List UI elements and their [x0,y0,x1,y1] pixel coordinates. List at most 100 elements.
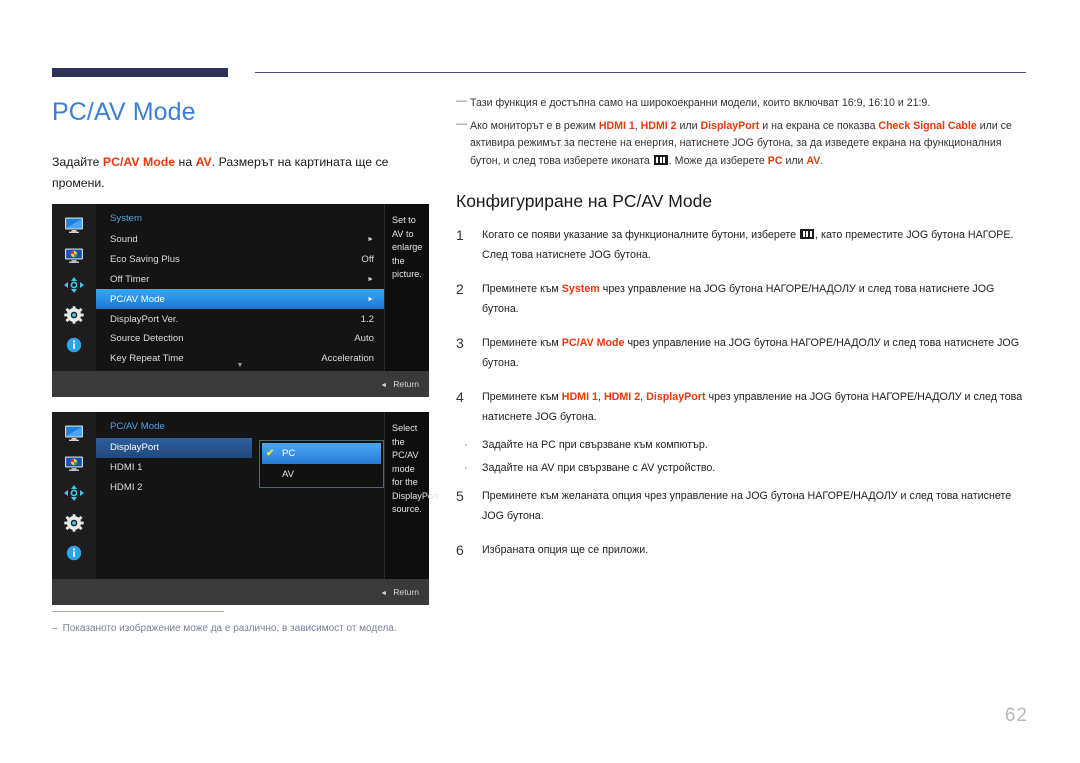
page-title: PC/AV Mode [52,98,196,126]
popup-options: ✔ PC AV [262,443,381,485]
osd-menu-item[interactable]: DisplayPort [96,438,252,458]
osd-footer: ◄ Return [52,579,429,605]
bullet-text: Задайте на AV при свързване с AV устройс… [482,462,716,474]
intro-highlight-av: AV [195,155,212,169]
step-text: Преминете към System чрез управление на … [482,280,1028,319]
bullet-list: · Задайте на PC при свързване към компютъ… [456,436,1028,478]
osd-menu-item[interactable]: Eco Saving Plus Off [96,250,384,270]
body-text: Преминете към [482,283,562,295]
step-number: 3 [456,335,464,351]
body-text: Избраната опция ще се приложи. [482,544,649,556]
intro-text-b: на [175,155,196,169]
bullet-text: Задайте на PC при свързване към компютър… [482,439,708,451]
navigation-icon [63,276,85,294]
popup-option[interactable]: AV [262,464,381,485]
body-text: и на екрана се показва [759,119,879,132]
osd-menu-item-label: PC/AV Mode [110,293,165,305]
highlight-term: HDMI 1 [561,391,598,403]
step-number: 6 [456,542,464,558]
bullet-item: · Задайте на AV при свързване с AV устрой… [456,459,1028,478]
osd-menu-item[interactable]: PC/AV Mode ► [96,289,384,310]
display-icon [63,216,85,234]
footnote-text: Показаното изображение може да е различн… [62,623,397,634]
function-button-icon [800,229,815,239]
bullet-item: · Задайте на PC при свързване към компютъ… [456,436,1028,455]
step-item: 3 Преминете към PC/AV Mode чрез управлени… [456,334,1028,373]
step-text: Избраната опция ще се приложи. [482,541,1028,561]
display-icon [63,424,85,442]
header-accent-bar [52,68,228,77]
step-item: 1 Когато се появи указание за функционалн… [456,226,1028,265]
info-icon [63,544,85,562]
body-text: . Може да изберете [668,154,768,167]
page-number: 62 [1004,705,1028,726]
body-text: Преминете към [482,391,562,403]
osd-body: System Sound ► Eco Saving Plus Off Off Timer… [96,204,384,371]
checkmark-icon: ✔ [266,448,275,459]
return-arrow-icon: ◄ [380,590,388,597]
osd-return-label: Return [393,379,419,389]
right-column: — Тази функция е достъпна само на широкое… [456,95,1028,576]
body-text: или [782,154,807,167]
osd-menu-title: PC/AV Mode [110,421,165,432]
note-text: Тази функция е достъпна само на широкоек… [470,97,931,109]
highlight-term: AV [806,154,821,167]
highlight-term: Check Signal Cable [878,119,977,132]
gear-icon [63,306,85,324]
osd-menu-item[interactable]: Source Detection Auto [96,329,384,349]
highlight-term: HDMI 1 [598,119,635,132]
steps-list: 1 Когато се появи указание за функционалн… [456,226,1028,561]
osd-sidebar [52,204,96,371]
gear-icon [63,514,85,532]
osd-menu-item-label: Source Detection [110,333,184,345]
popup-option-label: PC [282,448,296,459]
osd-menu-item-label: Eco Saving Plus [110,254,180,266]
osd-menu-item[interactable]: Sound ► [96,230,384,250]
osd-return-button[interactable]: ◄ Return [380,379,419,389]
footnote: – Показаното изображение може да е различ… [52,621,472,636]
osd-body: PC/AV Mode DisplayPort HDMI 1 HDMI 2 ✔ PC AV [96,412,384,579]
pcav-option-popup: ✔ PC AV [259,440,384,488]
osd-menu-item-label: Off Timer [110,273,150,285]
step-number: 4 [456,389,464,405]
return-arrow-icon: ◄ [380,382,388,389]
body-text: . [820,154,824,167]
osd-footer: ◄ Return [52,371,429,397]
highlight-term: HDMI 2 [603,391,641,403]
osd-screenshot-system: System Sound ► Eco Saving Plus Off Off Timer… [52,204,429,397]
submenu-arrow-icon: ► [367,275,374,283]
scroll-down-icon[interactable]: ▼ [96,362,384,369]
osd-menu-rows: Sound ► Eco Saving Plus Off Off Timer ► PC/AV … [96,230,384,369]
step-number: 5 [456,488,464,504]
intro-highlight-pcav: PC/AV Mode [102,155,176,169]
osd-menu-item-value: Off [361,254,374,266]
highlight-term: DisplayPort [646,391,706,403]
note-text: Ако мониторът е в режим HDMI 1, HDMI 2 и… [470,118,1028,171]
osd-menu-item-label: DisplayPort Ver. [110,313,179,325]
osd-return-label: Return [393,587,419,597]
submenu-arrow-icon: ► [367,295,374,303]
info-icon [63,336,85,354]
header-rule [255,72,1026,73]
step-number: 1 [456,227,464,243]
body-text: или [676,119,701,132]
step-text: Преминете към желаната опция чрез управл… [482,487,1028,526]
osd-menu-item-label: Sound [110,234,138,246]
intro-text-a: Задайте [52,155,103,169]
osd-menu-title: System [110,213,142,224]
highlight-term: DisplayPort [700,119,760,132]
body-text: Когато се появи указание за функционални… [482,229,800,241]
osd-sidebar [52,412,96,579]
osd-menu-item-value: Auto [354,333,374,345]
footnote-marker: – [52,623,58,634]
step-item: 5 Преминете към желаната опция чрез управ… [456,487,1028,526]
note-marker-icon: — [456,117,467,130]
osd-screenshot-pcav: PC/AV Mode DisplayPort HDMI 1 HDMI 2 ✔ PC AV… [52,412,439,605]
osd-menu-item[interactable]: Off Timer ► [96,270,384,290]
popup-option[interactable]: ✔ PC [262,443,381,464]
step-number: 2 [456,281,464,297]
osd-menu-item[interactable]: DisplayPort Ver. 1.2 [96,309,384,329]
picture-icon [63,246,85,264]
osd-menu-item-value: 1.2 [360,313,374,325]
osd-return-button[interactable]: ◄ Return [380,587,419,597]
